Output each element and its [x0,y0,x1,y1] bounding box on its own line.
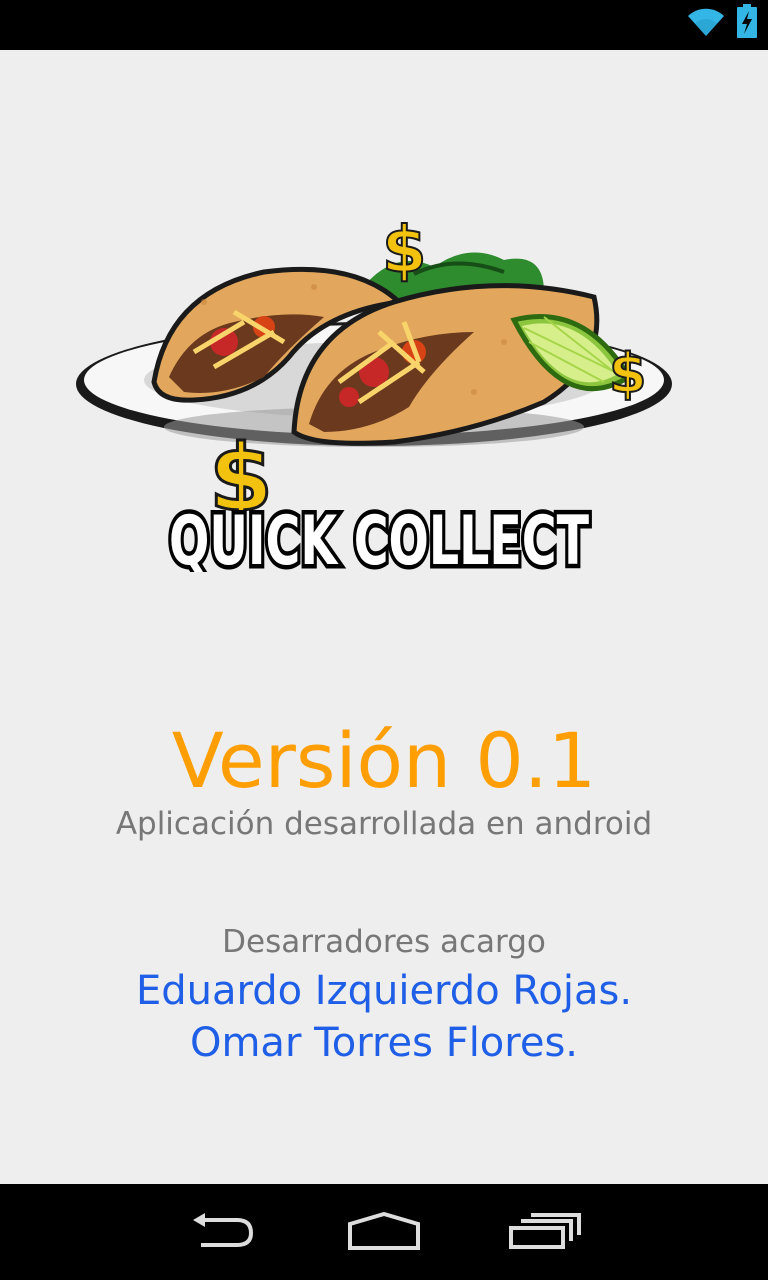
version-label: Versión 0.1 [171,716,597,805]
status-bar [0,0,768,50]
battery-charging-icon [737,4,757,38]
developer-name: Eduardo Izquierdo Rojas. [135,968,633,1014]
back-button[interactable] [179,1206,269,1256]
recent-apps-button[interactable] [500,1206,590,1256]
dollar-sign-icon: $ [382,214,427,288]
home-button[interactable] [339,1206,429,1256]
developer-name: Omar Torres Flores. [189,1020,579,1066]
developers-heading: Desarradores acargo [222,924,546,960]
app-description: Aplicación desarrollada en android [115,806,653,842]
home-icon [348,1212,420,1250]
back-icon [193,1213,254,1247]
wifi-icon [688,8,724,37]
recent-apps-icon [509,1213,581,1249]
dollar-sign-icon: $ [609,342,647,405]
logo-text: QUICK COLLECT [169,502,589,572]
quick-collect-logo: $ $ $ QUICK COLLECT [76,213,672,572]
navigation-bar [0,1184,768,1280]
about-screen: $ $ $ QUICK COLLECT Versión 0.1 Aplicaci… [0,50,768,1184]
screen: $ $ $ QUICK COLLECT Versión 0.1 Aplicaci… [0,0,768,1280]
status-icons [686,4,758,38]
